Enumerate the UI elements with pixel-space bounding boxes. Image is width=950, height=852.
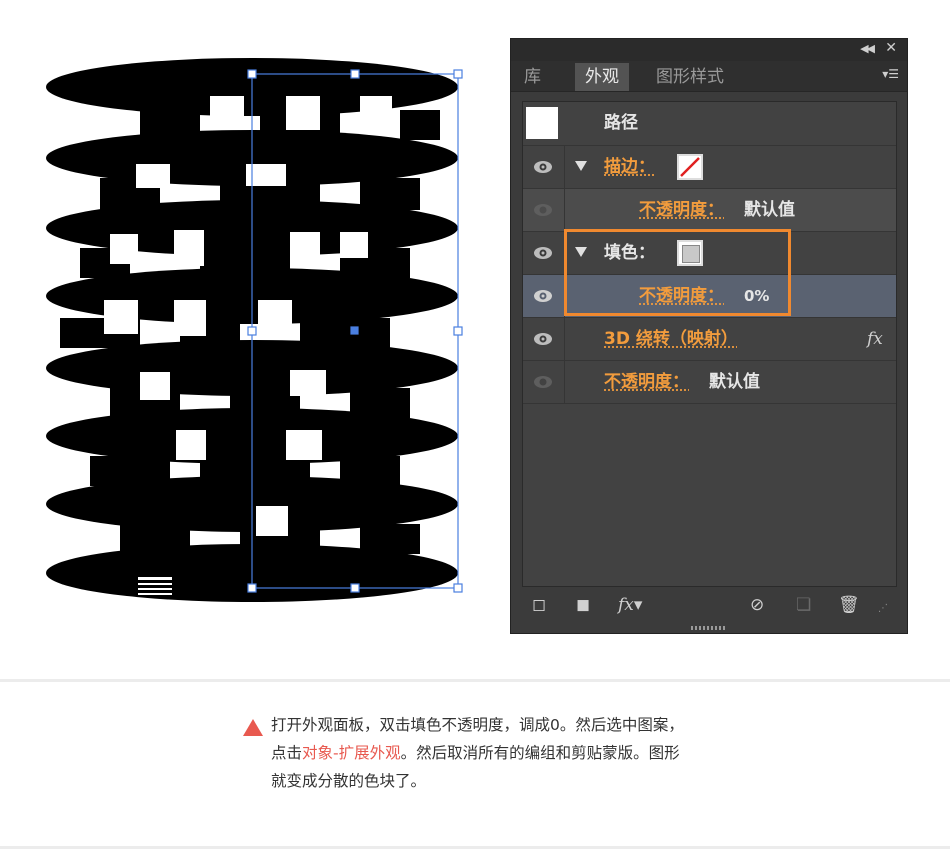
appearance-list: 路径 描边： 不透明度： 默认值 填色： 不透明度： 0% 3D 绕转（映射） … xyxy=(522,101,897,587)
appearance-panel: ◀◀ ✕ 库 外观 图形样式 ▾☰ 路径 描边： 不透明度： 默认值 填色： 不… xyxy=(510,38,908,634)
caption-line-2-pre: 点击 xyxy=(271,744,303,762)
caption-line-1: 打开外观面板，双击填色不透明度，调成0。然后选中图案， xyxy=(271,716,684,734)
add-new-stroke-icon[interactable]: ◻ xyxy=(532,595,546,615)
stroke-swatch[interactable] xyxy=(677,154,703,180)
object-opacity-visibility[interactable] xyxy=(523,361,565,403)
eye-icon xyxy=(534,333,552,345)
caption-menu-path: 对象-扩展外观 xyxy=(302,744,401,762)
stroke-opacity-value: 默认值 xyxy=(744,200,795,220)
divider-bottom xyxy=(0,846,950,849)
panel-title-bar: ◀◀ ✕ xyxy=(511,39,907,61)
duplicate-item-icon[interactable]: ❏ xyxy=(796,595,811,615)
tab-graphic-styles[interactable]: 图形样式 xyxy=(646,63,734,91)
center-point xyxy=(350,326,359,335)
close-icon[interactable]: ✕ xyxy=(885,40,897,56)
panel-bottom-toolbar: ◻ ◼ fx▾ ⊘ ❏ 🗑 ⋰ xyxy=(522,591,897,621)
handle-top-middle xyxy=(350,69,360,79)
stroke-opacity-row[interactable]: 不透明度： 默认值 xyxy=(523,189,896,232)
stroke-opacity-visibility[interactable] xyxy=(523,189,565,231)
stroke-visibility[interactable] xyxy=(523,146,565,188)
object-opacity-row[interactable]: 不透明度： 默认值 xyxy=(523,361,896,404)
eye-icon-dim xyxy=(534,376,552,388)
collapse-triangle-icon[interactable] xyxy=(575,161,587,171)
eye-icon xyxy=(534,290,552,302)
none-swatch-icon xyxy=(680,157,700,177)
panel-tab-bar: 库 外观 图形样式 ▾☰ xyxy=(511,61,907,92)
tab-appearance[interactable]: 外观 xyxy=(575,63,629,91)
handle-bottom-right xyxy=(453,583,463,593)
orange-highlight-box xyxy=(564,229,791,316)
path-label: 路径 xyxy=(604,113,638,133)
handle-bottom-middle xyxy=(350,583,360,593)
caption-line-2: 点击对象-扩展外观。然后取消所有的编组和剪贴蒙版。图形 xyxy=(271,742,680,764)
eye-icon xyxy=(534,247,552,259)
handle-middle-left xyxy=(247,326,257,336)
warning-triangle-icon xyxy=(243,719,263,736)
divider xyxy=(0,679,950,682)
caption-line-3: 就变成分散的色块了。 xyxy=(271,772,427,790)
caption-line-2-post: 。然后取消所有的编组和剪贴蒙版。图形 xyxy=(400,744,680,762)
tab-libraries[interactable]: 库 xyxy=(514,63,551,91)
collapse-panel-icon[interactable]: ◀◀ xyxy=(860,42,875,55)
path-row[interactable]: 路径 xyxy=(523,102,896,146)
effect-3d-revolve-label[interactable]: 3D 绕转（映射） xyxy=(604,318,738,360)
stroke-label[interactable]: 描边： xyxy=(604,146,655,188)
eye-icon xyxy=(534,161,552,173)
handle-middle-right xyxy=(453,326,463,336)
object-opacity-value: 默认值 xyxy=(709,372,760,392)
panel-bottom-grip[interactable] xyxy=(691,625,727,631)
add-new-fill-icon[interactable]: ◼ xyxy=(576,595,590,615)
effect-row[interactable]: 3D 绕转（映射） fx xyxy=(523,318,896,361)
add-effect-label: fx xyxy=(618,595,634,615)
handle-bottom-left xyxy=(247,583,257,593)
stroke-row[interactable]: 描边： xyxy=(523,146,896,189)
path-thumbnail xyxy=(526,107,558,139)
object-opacity-label[interactable]: 不透明度： xyxy=(604,361,689,403)
panel-menu-icon[interactable]: ▾☰ xyxy=(882,67,899,81)
delete-item-icon[interactable]: 🗑 xyxy=(838,595,860,615)
artwork-canvas xyxy=(46,58,463,602)
handle-top-right xyxy=(453,69,463,79)
handle-top-left xyxy=(247,69,257,79)
clear-appearance-icon[interactable]: ⊘ xyxy=(750,595,764,615)
stroke-opacity-label[interactable]: 不透明度： xyxy=(639,189,724,231)
resize-grip-icon[interactable]: ⋰ xyxy=(878,603,888,614)
fx-icon[interactable]: fx xyxy=(867,318,883,360)
effect-visibility[interactable] xyxy=(523,318,565,360)
fill-visibility[interactable] xyxy=(523,232,565,274)
add-effect-icon[interactable]: fx▾ xyxy=(618,595,642,615)
fill-opacity-visibility[interactable] xyxy=(523,275,565,317)
eye-icon-dim xyxy=(534,204,552,216)
